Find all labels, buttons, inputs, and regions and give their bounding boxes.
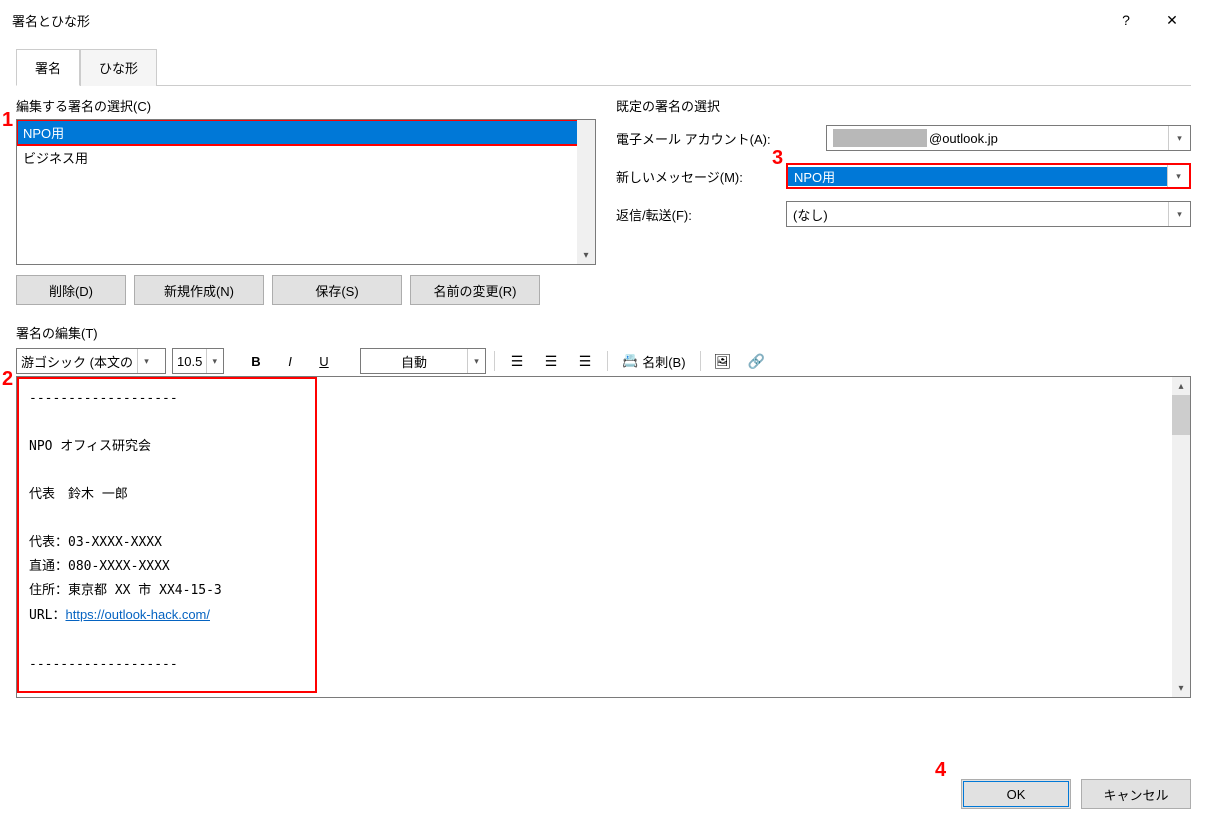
insert-link-button[interactable]: 🔗 [743,348,771,374]
reply-forward-combo[interactable]: (なし) ▾ [786,201,1191,227]
dialog-title: 署名とひな形 [12,11,1103,30]
ok-button[interactable]: OK [961,779,1071,809]
dialog-titlebar: 署名とひな形 ? ✕ [0,0,1207,40]
font-family-select[interactable]: 游ゴシック (本文の▾ [16,348,166,374]
scroll-up-icon[interactable]: ▴ [1172,377,1190,395]
help-button[interactable]: ? [1103,5,1149,35]
email-blurred [833,129,927,147]
select-signature-label: 編集する署名の選択(C) [16,96,596,115]
signature-list[interactable]: NPO用 ビジネス用 ▾ [16,119,596,265]
italic-button[interactable]: I [276,348,304,374]
email-account-label: 電子メール アカウント(A): [616,129,786,148]
reply-forward-value: (なし) [787,205,1168,224]
signature-item-business[interactable]: ビジネス用 [17,145,595,170]
card-icon: 📇 [622,353,638,369]
scroll-down-icon[interactable]: ▾ [577,246,595,264]
sig-list-scrollbar[interactable]: ▾ [577,120,595,264]
underline-button[interactable]: U [310,348,338,374]
rename-button[interactable]: 名前の変更(R) [410,275,540,305]
annotation-3: 3 [772,147,783,170]
chevron-down-icon[interactable]: ▾ [1168,202,1190,226]
editor-scrollbar[interactable]: ▴ ▾ [1172,377,1190,697]
tab-stationery[interactable]: ひな形 [80,49,157,86]
business-card-button[interactable]: 📇 名刺(B) [616,348,692,374]
cancel-button[interactable]: キャンセル [1081,779,1191,809]
close-button[interactable]: ✕ [1149,5,1195,35]
signature-editor[interactable]: ------------------- NPO オフィス研究会 代表 鈴木 一郎… [16,376,1191,698]
new-message-value: NPO用 [788,167,1167,186]
insert-image-button[interactable]: 🖼 [709,348,737,374]
align-center-button[interactable]: ☰ [537,348,565,374]
tab-strip: 署名 ひな形 [16,48,1191,86]
chevron-down-icon[interactable]: ▾ [1167,165,1189,187]
new-message-label: 新しいメッセージ(M): [616,167,786,186]
font-size-select[interactable]: 10.5▾ [172,348,224,374]
delete-button[interactable]: 削除(D) [16,275,126,305]
new-message-combo[interactable]: NPO用 ▾ [786,163,1191,189]
email-account-value: @outlook.jp [929,131,998,146]
save-button[interactable]: 保存(S) [272,275,402,305]
annotation-1: 1 [2,109,13,132]
font-color-select[interactable]: 自動▾ [360,348,486,374]
edit-signature-label: 署名の編集(T) [16,323,1191,342]
align-right-button[interactable]: ☰ [571,348,599,374]
format-toolbar: 游ゴシック (本文の▾ 10.5▾ B I U 自動▾ ☰ ☰ ☰ 📇 名刺(B… [16,348,1191,374]
default-signature-label: 既定の署名の選択 [616,96,1191,115]
annotation-2: 2 [2,368,13,391]
new-button[interactable]: 新規作成(N) [134,275,264,305]
annotation-4: 4 [935,759,946,782]
align-left-button[interactable]: ☰ [503,348,531,374]
signature-item-npo[interactable]: NPO用 [17,120,595,145]
scroll-down-icon[interactable]: ▾ [1172,679,1190,697]
bold-button[interactable]: B [242,348,270,374]
email-account-combo[interactable]: @outlook.jp ▾ [826,125,1191,151]
scroll-thumb[interactable] [1172,395,1190,435]
chevron-down-icon[interactable]: ▾ [1168,126,1190,150]
reply-forward-label: 返信/転送(F): [616,205,786,224]
tab-signature[interactable]: 署名 [16,49,80,86]
